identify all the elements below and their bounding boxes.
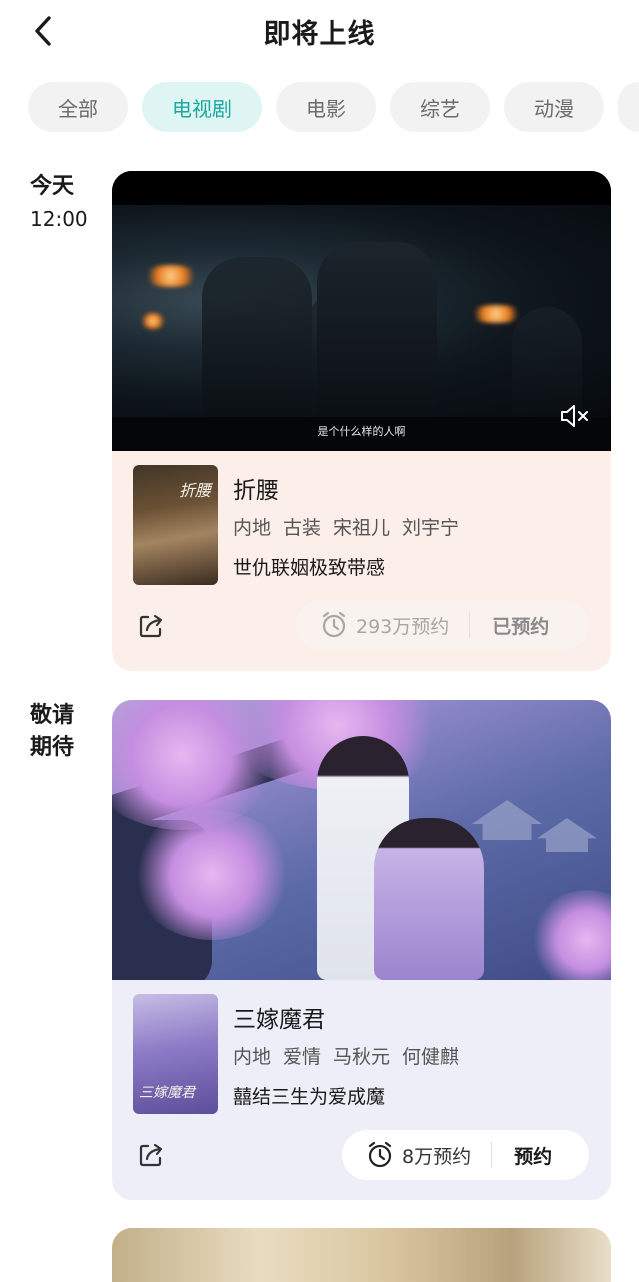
video-letterbox — [112, 171, 611, 205]
torch-light — [468, 305, 524, 323]
category-tabs: 全部 电视剧 电影 综艺 动漫 — [28, 82, 639, 132]
tab-more[interactable] — [618, 82, 639, 132]
section-day: 今天 — [30, 174, 75, 199]
show-poster-thumbnail[interactable]: 三嫁魔君 — [133, 994, 218, 1114]
header: 即将上线 — [0, 0, 639, 62]
poster-title-art: 折腰 — [179, 481, 212, 500]
video-figure — [202, 257, 312, 417]
blossom-cluster — [532, 890, 611, 980]
show-card[interactable]: 三嫁魔君 三嫁魔君 内地 爱情 马秋元 何健麒 囍结三生为爱成魔 8万预约 预约 — [112, 700, 611, 1200]
video-figure — [317, 242, 437, 417]
section-time: 12:00 — [30, 207, 88, 231]
share-button[interactable] — [136, 611, 166, 641]
pagoda-shape — [537, 818, 597, 852]
show-info: 折腰 折腰 内地 古装 宋祖儿 刘宇宁 世仇联姻极致带感 — [133, 465, 593, 587]
show-description: 囍结三生为爱成魔 — [233, 1086, 386, 1108]
share-button[interactable] — [136, 1140, 166, 1170]
tag-region: 内地 — [233, 517, 272, 539]
page-title: 即将上线 — [263, 19, 376, 50]
poster-figure — [374, 818, 484, 980]
video-figure — [512, 307, 582, 417]
show-banner-image[interactable] — [112, 1228, 611, 1282]
show-card[interactable] — [112, 1228, 611, 1282]
tab-all[interactable]: 全部 — [28, 82, 128, 132]
show-banner-image[interactable] — [112, 700, 611, 980]
section-label-line: 敬请 — [30, 703, 75, 728]
reserved-button[interactable]: 已预约 — [492, 612, 549, 639]
video-frame — [112, 205, 611, 417]
reservation-control: 8万预约 预约 — [342, 1130, 589, 1180]
reservation-control: 293万预约 已预约 — [296, 600, 589, 650]
show-tags: 内地 爱情 马秋元 何健麒 — [233, 1042, 459, 1069]
section-label-line: 期待 — [30, 735, 75, 760]
tag-actor: 刘宇宁 — [402, 517, 460, 539]
mute-button[interactable] — [559, 403, 591, 429]
reservation-count: 293万预约 — [356, 615, 450, 638]
tag-actor: 何健麒 — [402, 1046, 460, 1068]
poster-title-art: 三嫁魔君 — [139, 1085, 195, 1101]
tag-region: 内地 — [233, 1046, 272, 1068]
tag-actor: 马秋元 — [333, 1046, 391, 1068]
tab-anime[interactable]: 动漫 — [504, 82, 604, 132]
tag-genre: 古装 — [283, 517, 322, 539]
alarm-clock-icon — [368, 1141, 392, 1168]
alarm-clock-icon — [322, 611, 346, 638]
share-icon — [139, 614, 163, 638]
video-player[interactable]: 是个什么样的人啊 — [112, 171, 611, 451]
blossom-cluster — [132, 810, 292, 940]
tab-variety[interactable]: 综艺 — [390, 82, 490, 132]
video-subtitle: 是个什么样的人啊 — [317, 425, 406, 438]
show-card[interactable]: 是个什么样的人啊 折腰 折腰 内地 古装 宋祖儿 刘宇宁 世仇联姻极致带感 29… — [112, 171, 611, 671]
tag-genre: 爱情 — [283, 1046, 322, 1068]
speaker-muted-icon — [561, 405, 588, 427]
section-label-coming-soon: 敬请 期待 — [30, 700, 74, 764]
show-info: 三嫁魔君 三嫁魔君 内地 爱情 马秋元 何健麒 囍结三生为爱成魔 — [133, 994, 593, 1116]
reservation-count: 8万预约 — [402, 1145, 472, 1168]
share-icon — [139, 1143, 163, 1167]
show-description: 世仇联姻极致带感 — [233, 557, 386, 579]
show-poster-thumbnail[interactable]: 折腰 — [133, 465, 218, 585]
reserve-button[interactable]: 预约 — [514, 1142, 552, 1169]
tab-movies[interactable]: 电影 — [276, 82, 376, 132]
torch-light — [140, 313, 166, 329]
show-title[interactable]: 折腰 — [233, 471, 279, 505]
divider — [469, 612, 471, 638]
torch-light — [142, 265, 200, 287]
show-tags: 内地 古装 宋祖儿 刘宇宁 — [233, 513, 459, 540]
tab-tv-series[interactable]: 电视剧 — [142, 82, 262, 132]
show-title[interactable]: 三嫁魔君 — [233, 1000, 325, 1034]
divider — [491, 1142, 493, 1168]
section-label-today: 今天 12:00 — [30, 171, 88, 235]
pagoda-shape — [472, 800, 542, 840]
tag-actor: 宋祖儿 — [333, 517, 391, 539]
